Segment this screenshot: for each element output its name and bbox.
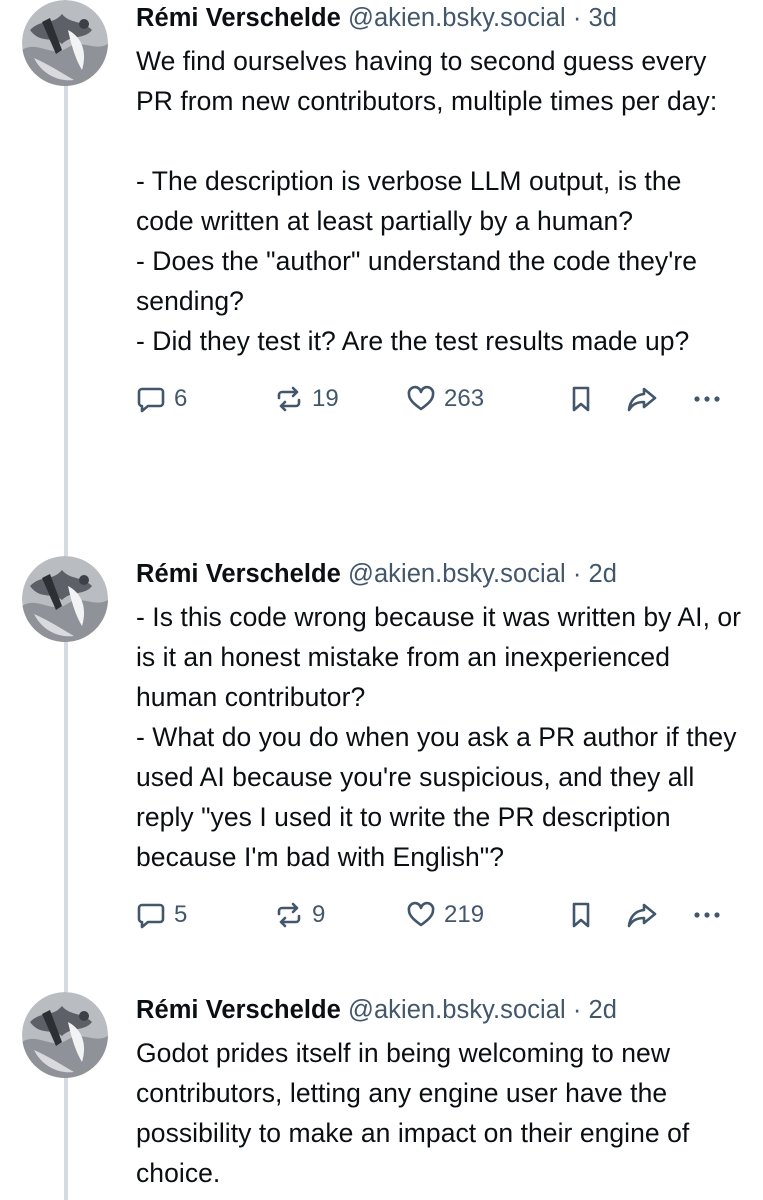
more-icon — [692, 384, 722, 414]
repost-count: 19 — [312, 385, 339, 412]
bookmark-button[interactable] — [566, 379, 596, 419]
repost-icon — [274, 900, 304, 930]
reply-count: 6 — [174, 385, 188, 412]
post-text: - Is this code wrong because it was writ… — [136, 602, 742, 872]
like-count: 219 — [444, 901, 485, 928]
thread-line — [64, 86, 68, 548]
author-handle[interactable]: @akien.bsky.social — [348, 996, 566, 1024]
thread-line — [64, 984, 68, 992]
post-age[interactable]: 2d — [589, 996, 617, 1024]
heart-icon — [406, 900, 436, 930]
post-text: Godot prides itself in being welcoming t… — [136, 1038, 697, 1188]
bookmark-button[interactable] — [566, 895, 596, 935]
separator: · — [572, 996, 582, 1024]
post-actions: 5 9 219 — [136, 895, 746, 935]
avatar[interactable] — [22, 992, 108, 1078]
bookmark-icon — [566, 900, 596, 930]
author-handle[interactable]: @akien.bsky.social — [348, 4, 566, 32]
post-text: We find ourselves having to second guess… — [136, 46, 718, 356]
reply-count: 5 — [174, 901, 188, 928]
post-header: Rémi Verschelde @akien.bsky.social · 3d — [136, 2, 746, 36]
author-name[interactable]: Rémi Verschelde — [136, 4, 341, 32]
post[interactable]: Rémi Verschelde @akien.bsky.social · 2d … — [0, 984, 763, 1200]
heart-icon — [406, 384, 436, 414]
bookmark-icon — [566, 384, 596, 414]
more-icon — [692, 900, 722, 930]
author-handle[interactable]: @akien.bsky.social — [348, 560, 566, 588]
reply-icon — [136, 900, 166, 930]
post-age[interactable]: 3d — [589, 4, 617, 32]
repost-count: 9 — [312, 901, 326, 928]
post-header: Rémi Verschelde @akien.bsky.social · 2d — [136, 994, 746, 1028]
post-actions: 6 19 263 — [136, 379, 746, 419]
repost-icon — [274, 384, 304, 414]
like-button[interactable]: 219 — [406, 895, 484, 935]
separator: · — [572, 4, 582, 32]
repost-button[interactable]: 9 — [274, 895, 325, 935]
thread-line — [64, 642, 68, 984]
share-button[interactable] — [626, 895, 658, 935]
repost-button[interactable]: 19 — [274, 379, 339, 419]
reply-icon — [136, 384, 166, 414]
author-name[interactable]: Rémi Verschelde — [136, 560, 341, 588]
like-count: 263 — [444, 385, 485, 412]
thread-line — [64, 1078, 68, 1200]
post[interactable]: Rémi Verschelde @akien.bsky.social · 3d … — [0, 0, 763, 548]
avatar[interactable] — [22, 556, 108, 642]
post-header: Rémi Verschelde @akien.bsky.social · 2d — [136, 558, 746, 592]
separator: · — [572, 560, 582, 588]
reply-button[interactable]: 5 — [136, 895, 187, 935]
post[interactable]: Rémi Verschelde @akien.bsky.social · 2d … — [0, 548, 763, 984]
like-button[interactable]: 263 — [406, 379, 484, 419]
share-icon — [626, 900, 658, 930]
thread-line — [64, 548, 68, 556]
share-button[interactable] — [626, 379, 658, 419]
post-age[interactable]: 2d — [589, 560, 617, 588]
share-icon — [626, 384, 658, 414]
more-button[interactable] — [692, 895, 722, 935]
thread: Rémi Verschelde @akien.bsky.social · 3d … — [0, 0, 763, 1200]
reply-button[interactable]: 6 — [136, 379, 187, 419]
avatar[interactable] — [22, 0, 108, 86]
author-name[interactable]: Rémi Verschelde — [136, 996, 341, 1024]
more-button[interactable] — [692, 379, 722, 419]
